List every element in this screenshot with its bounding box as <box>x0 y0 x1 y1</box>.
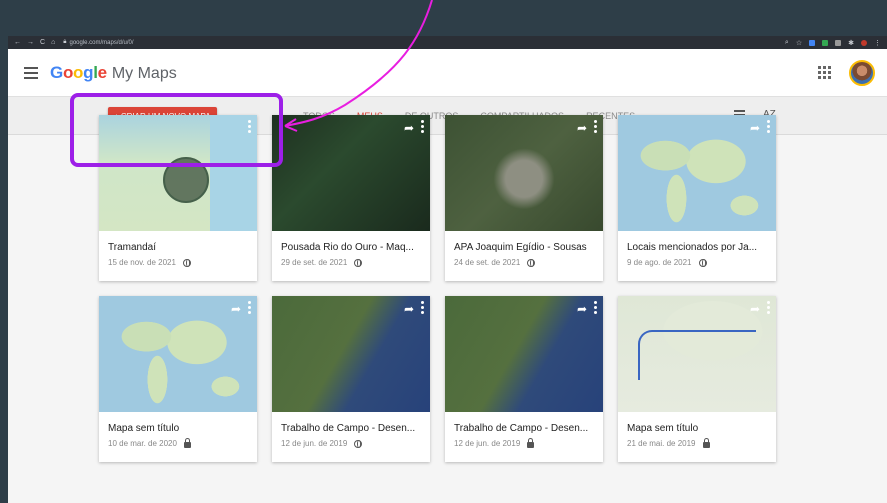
extension-icon[interactable] <box>809 39 816 46</box>
route-line <box>638 330 756 380</box>
share-icon[interactable]: ➦ <box>577 302 587 316</box>
lock-icon: 🔒︎ <box>63 39 67 45</box>
map-date: 12 de jun. de 2019 <box>454 439 521 448</box>
map-title: APA Joaquim Egídio - Sousas <box>454 242 587 253</box>
apps-grid-icon[interactable] <box>818 66 831 79</box>
map-thumbnail[interactable]: ➦ <box>618 115 776 231</box>
maps-grid: Tramandaí 15 de nov. de 2021 ➦ Pousada Rio … <box>99 115 776 462</box>
map-date: 15 de nov. de 2021 <box>108 258 176 267</box>
map-card[interactable]: ➦ Trabalho de Campo - Desen... 12 de jun. … <box>445 296 603 462</box>
map-card-info: Tramandaí 15 de nov. de 2021 <box>99 231 257 278</box>
app-header: Google My Maps <box>8 49 887 97</box>
reload-icon[interactable]: C <box>40 39 45 46</box>
map-thumbnail[interactable]: ➦ <box>445 296 603 412</box>
more-options-icon[interactable] <box>421 301 424 314</box>
map-meta: 15 de nov. de 2021 <box>108 258 248 267</box>
map-thumbnail[interactable]: ➦ <box>618 296 776 412</box>
browser-toolbar: ← → C ⌂ 🔒︎ google.com/maps/d/u/0/ ⌕ ☆ ✱ … <box>8 36 887 49</box>
map-card-info: APA Joaquim Egídio - Sousas 24 de set. de… <box>445 231 603 278</box>
map-title: Locais mencionados por Ja... <box>627 242 758 253</box>
map-meta: 21 de mai. de 2019 <box>627 437 767 448</box>
share-icon[interactable]: ➦ <box>404 121 414 135</box>
more-options-icon[interactable] <box>594 120 597 133</box>
map-date: 12 de jun. de 2019 <box>281 439 348 448</box>
more-options-icon[interactable] <box>767 120 770 133</box>
map-title: Trabalho de Campo - Desen... <box>281 423 416 434</box>
globe-icon <box>354 439 363 448</box>
puzzle-icon[interactable]: ✱ <box>848 39 854 47</box>
map-meta: 10 de mar. de 2020 <box>108 437 248 448</box>
star-icon[interactable]: ☆ <box>796 39 802 47</box>
map-thumbnail[interactable]: ➦ <box>99 296 257 412</box>
map-thumbnail[interactable]: ➦ <box>445 115 603 231</box>
extension-icon[interactable] <box>822 39 829 46</box>
share-icon[interactable]: ➦ <box>577 121 587 135</box>
more-options-icon[interactable] <box>767 301 770 314</box>
map-title: Mapa sem título <box>108 423 180 434</box>
avatar[interactable] <box>849 59 875 86</box>
profile-icon[interactable] <box>861 39 867 46</box>
map-date: 21 de mai. de 2019 <box>627 439 696 448</box>
share-icon[interactable]: ➦ <box>750 302 760 316</box>
map-date: 24 de set. de 2021 <box>454 258 521 267</box>
map-meta: 29 de set. de 2021 <box>281 258 421 267</box>
map-card-info: Locais mencionados por Ja... 9 de ago. de… <box>618 231 776 278</box>
product-name: My Maps <box>111 64 177 82</box>
google-logo-text: Google <box>50 62 107 82</box>
map-meta: 24 de set. de 2021 <box>454 258 594 267</box>
more-options-icon[interactable] <box>421 120 424 133</box>
map-title: Pousada Rio do Ouro - Maq... <box>281 242 414 253</box>
map-thumbnail[interactable]: ➦ <box>272 115 430 231</box>
map-card[interactable]: ➦ Mapa sem título 10 de mar. de 2020 <box>99 296 257 462</box>
map-card-info: Mapa sem título 10 de mar. de 2020 <box>99 412 257 459</box>
map-card-info: Trabalho de Campo - Desen... 12 de jun. d… <box>272 412 430 459</box>
app-logo[interactable]: Google My Maps <box>50 63 177 83</box>
annotation-highlight-box <box>70 93 283 167</box>
map-card[interactable]: ➦ Trabalho de Campo - Desen... 12 de jun. … <box>272 296 430 462</box>
map-thumbnail[interactable]: ➦ <box>272 296 430 412</box>
map-card-info: Pousada Rio do Ouro - Maq... 29 de set. d… <box>272 231 430 278</box>
share-icon[interactable]: ➦ <box>404 302 414 316</box>
map-title: Tramandaí <box>108 242 156 253</box>
map-title: Trabalho de Campo - Desen... <box>454 423 589 434</box>
map-date: 9 de ago. de 2021 <box>627 258 692 267</box>
browser-nav: ← → C ⌂ <box>14 39 55 46</box>
hamburger-menu-icon[interactable] <box>24 66 38 79</box>
map-date: 10 de mar. de 2020 <box>108 439 177 448</box>
map-card[interactable]: ➦ Mapa sem título 21 de mai. de 2019 <box>618 296 776 462</box>
address-bar[interactable]: google.com/maps/d/u/0/ <box>70 40 134 46</box>
more-options-icon[interactable] <box>248 301 251 314</box>
home-icon[interactable]: ⌂ <box>51 39 55 46</box>
map-meta: 12 de jun. de 2019 <box>281 439 421 448</box>
lock-icon <box>702 437 710 448</box>
browser-actions: ⌕ ☆ ✱ ⋮ <box>785 39 881 47</box>
share-icon[interactable]: ➦ <box>231 302 241 316</box>
map-card-info: Trabalho de Campo - Desen... 12 de jun. d… <box>445 412 603 459</box>
map-meta: 12 de jun. de 2019 <box>454 437 594 448</box>
map-date: 29 de set. de 2021 <box>281 258 348 267</box>
back-icon[interactable]: ← <box>14 39 21 46</box>
map-card[interactable]: ➦ APA Joaquim Egídio - Sousas 24 de set. d… <box>445 115 603 281</box>
share-icon[interactable]: ➦ <box>750 121 760 135</box>
more-options-icon[interactable] <box>594 301 597 314</box>
zoom-icon[interactable]: ⌕ <box>785 39 789 47</box>
globe-icon <box>182 258 191 267</box>
lock-icon <box>527 437 535 448</box>
forward-icon[interactable]: → <box>27 39 34 46</box>
kebab-menu-icon[interactable]: ⋮ <box>874 39 881 47</box>
globe-icon <box>527 258 536 267</box>
map-meta: 9 de ago. de 2021 <box>627 258 767 267</box>
map-title: Mapa sem título <box>627 423 699 434</box>
map-card[interactable]: ➦ Pousada Rio do Ouro - Maq... 29 de set. … <box>272 115 430 281</box>
globe-icon <box>698 258 707 267</box>
extension-icon[interactable] <box>835 39 842 46</box>
map-card-info: Mapa sem título 21 de mai. de 2019 <box>618 412 776 459</box>
globe-icon <box>354 258 363 267</box>
lock-icon <box>183 437 191 448</box>
map-card[interactable]: ➦ Locais mencionados por Ja... 9 de ago. d… <box>618 115 776 281</box>
